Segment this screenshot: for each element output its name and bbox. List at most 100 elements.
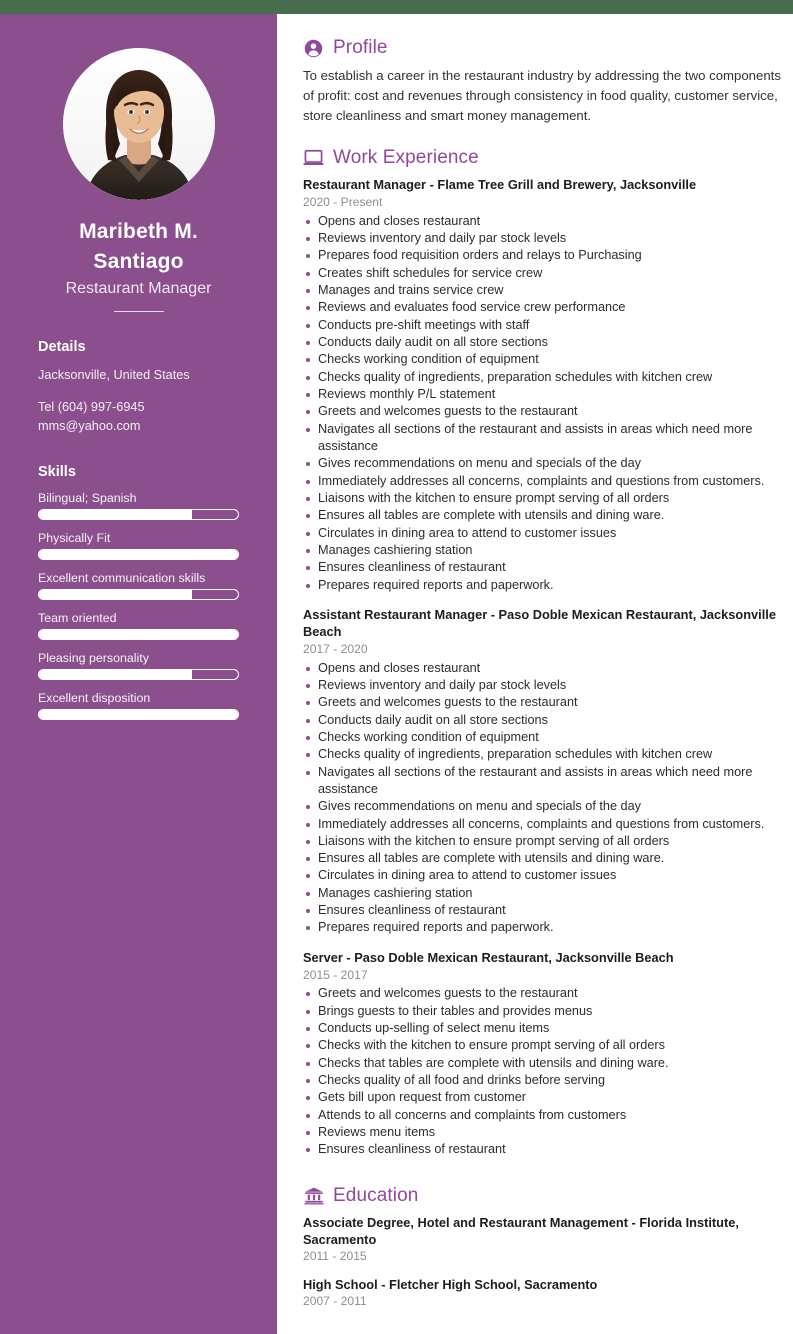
bullet-item: Circulates in dining area to attend to c…: [303, 525, 781, 542]
resume-page: Maribeth M. Santiago Restaurant Manager …: [0, 0, 793, 1334]
laptop-icon: [303, 148, 324, 169]
bullet-item: Reviews inventory and daily par stock le…: [303, 230, 781, 247]
detail-location: Jacksonville, United States: [38, 367, 190, 382]
bullet-item: Circulates in dining area to attend to c…: [303, 867, 781, 884]
work-entry-bullets: Greets and welcomes guests to the restau…: [303, 985, 781, 1158]
name-divider: [113, 310, 164, 312]
skill-label: Excellent communication skills: [38, 570, 206, 585]
bullet-item: Checks that tables are complete with ute…: [303, 1055, 781, 1072]
bullet-item: Greets and welcomes guests to the restau…: [303, 694, 781, 711]
skill-bar-fill: [39, 509, 193, 519]
top-accent-strip: [0, 0, 793, 14]
education-section: Education Associate Degree, Hotel and Re…: [303, 1185, 781, 1309]
work-section-header: Work Experience: [303, 147, 781, 169]
bullet-item: Reviews monthly P/L statement: [303, 386, 781, 403]
bullet-item: Liaisons with the kitchen to ensure prom…: [303, 490, 781, 507]
skills-heading: Skills: [38, 463, 76, 480]
bullet-item: Conducts pre-shift meetings with staff: [303, 317, 781, 334]
education-title: Education: [333, 1184, 419, 1206]
bullet-item: Attends to all concerns and complaints f…: [303, 1107, 781, 1124]
work-experience-section: Work Experience Restaurant Manager - Fla…: [303, 147, 781, 1158]
education-section-header: Education: [303, 1185, 781, 1207]
education-entry: High School - Fletcher High School, Sacr…: [303, 1276, 781, 1308]
bullet-item: Checks quality of ingredients, preparati…: [303, 369, 781, 386]
work-entry: Restaurant Manager - Flame Tree Grill an…: [303, 176, 781, 594]
bullet-item: Opens and closes restaurant: [303, 213, 781, 230]
skill-bar-track: [38, 668, 239, 680]
skill-bar-fill: [39, 709, 238, 719]
bullet-item: Opens and closes restaurant: [303, 660, 781, 677]
bullet-item: Navigates all sections of the restaurant…: [303, 421, 781, 456]
work-entry-date: 2020 - Present: [303, 195, 383, 210]
avatar-photo: [62, 48, 215, 200]
skill-label: Team oriented: [38, 610, 117, 625]
work-entry-date: 2015 - 2017: [303, 968, 368, 983]
person-circle-icon: [303, 38, 324, 59]
person-role: Restaurant Manager: [65, 279, 212, 297]
work-entry-bullets: Opens and closes restaurant Reviews inven…: [303, 213, 781, 594]
detail-phone: Tel (604) 997-6945: [38, 399, 145, 414]
skill-item: Excellent communication skills: [38, 571, 239, 600]
bullet-item: Checks quality of ingredients, preparati…: [303, 746, 781, 763]
bullet-item: Liaisons with the kitchen to ensure prom…: [303, 833, 781, 850]
bullet-item: Prepares required reports and paperwork.: [303, 577, 781, 594]
work-entry-title: Restaurant Manager - Flame Tree Grill an…: [303, 177, 697, 193]
bullet-item: Checks working condition of equipment: [303, 351, 781, 368]
bullet-item: Reviews inventory and daily par stock le…: [303, 677, 781, 694]
details-heading: Details: [38, 338, 86, 355]
bullet-item: Conducts up-selling of select menu items: [303, 1020, 781, 1037]
skill-label: Physically Fit: [38, 530, 111, 545]
bullet-item: Checks working condition of equipment: [303, 729, 781, 746]
bullet-item: Reviews and evaluates food service crew …: [303, 299, 781, 316]
bullet-item: Ensures all tables are complete with ute…: [303, 850, 781, 867]
work-entry-title: Server - Paso Doble Mexican Restaurant, …: [303, 949, 674, 965]
profile-text: To establish a career in the restaurant …: [303, 68, 781, 124]
profile-section: Profile To establish a career in the res…: [303, 37, 781, 126]
bullet-item: Greets and welcomes guests to the restau…: [303, 985, 781, 1002]
work-title: Work Experience: [333, 147, 479, 169]
bullet-item: Manages and trains service crew: [303, 282, 781, 299]
bullet-item: Conducts daily audit on all store sectio…: [303, 334, 781, 351]
skill-bar-track: [38, 588, 239, 600]
bank-building-icon: [303, 1185, 324, 1206]
bullet-item: Checks with the kitchen to ensure prompt…: [303, 1037, 781, 1054]
work-entry-date: 2017 - 2020: [303, 642, 368, 657]
education-entries: Associate Degree, Hotel and Restaurant M…: [303, 1214, 781, 1309]
bullet-item: Navigates all sections of the restaurant…: [303, 764, 781, 799]
bullet-item: Gets bill upon request from customer: [303, 1089, 781, 1106]
work-entry: Assistant Restaurant Manager - Paso Dobl…: [303, 606, 781, 937]
main-content: Profile To establish a career in the res…: [277, 14, 793, 1321]
education-entry-title: Associate Degree, Hotel and Restaurant M…: [303, 1214, 739, 1247]
skills-list: Bilingual; Spanish Physically Fit Excellen…: [38, 491, 239, 720]
skill-bar-fill: [39, 589, 193, 599]
bullet-item: Gives recommendations on menu and specia…: [303, 455, 781, 472]
skill-label: Bilingual; Spanish: [38, 490, 137, 505]
bullet-item: Prepares required reports and paperwork.: [303, 919, 781, 936]
sidebar: Maribeth M. Santiago Restaurant Manager …: [0, 14, 277, 1334]
skill-label: Pleasing personality: [38, 650, 149, 665]
bullet-item: Immediately addresses all concerns, comp…: [303, 473, 781, 490]
bullet-item: Creates shift schedules for service crew: [303, 265, 781, 282]
skill-item: Bilingual; Spanish: [38, 491, 239, 520]
skill-bar-fill: [39, 549, 238, 559]
bullet-item: Conducts daily audit on all store sectio…: [303, 712, 781, 729]
skill-item: Team oriented: [38, 611, 239, 640]
bullet-item: Ensures cleanliness of restaurant: [303, 902, 781, 919]
person-name: Maribeth M. Santiago: [79, 220, 198, 274]
skill-item: Physically Fit: [38, 531, 239, 560]
skill-bar-fill: [39, 629, 238, 639]
bullet-item: Immediately addresses all concerns, comp…: [303, 816, 781, 833]
skill-item: Excellent disposition: [38, 691, 239, 720]
bullet-item: Greets and welcomes guests to the restau…: [303, 403, 781, 420]
bullet-item: Manages cashiering station: [303, 542, 781, 559]
bullet-item: Ensures cleanliness of restaurant: [303, 559, 781, 576]
detail-email[interactable]: mms@yahoo.com: [38, 417, 239, 437]
avatar: [62, 48, 215, 200]
profile-title: Profile: [333, 37, 388, 58]
skill-bar-track: [38, 548, 239, 560]
bullet-item: Gives recommendations on menu and specia…: [303, 798, 781, 815]
bullet-item: Brings guests to their tables and provid…: [303, 1003, 781, 1020]
bullet-item: Ensures cleanliness of restaurant: [303, 1141, 781, 1158]
work-entry: Server - Paso Doble Mexican Restaurant, …: [303, 949, 781, 1159]
skill-item: Pleasing personality: [38, 651, 239, 680]
